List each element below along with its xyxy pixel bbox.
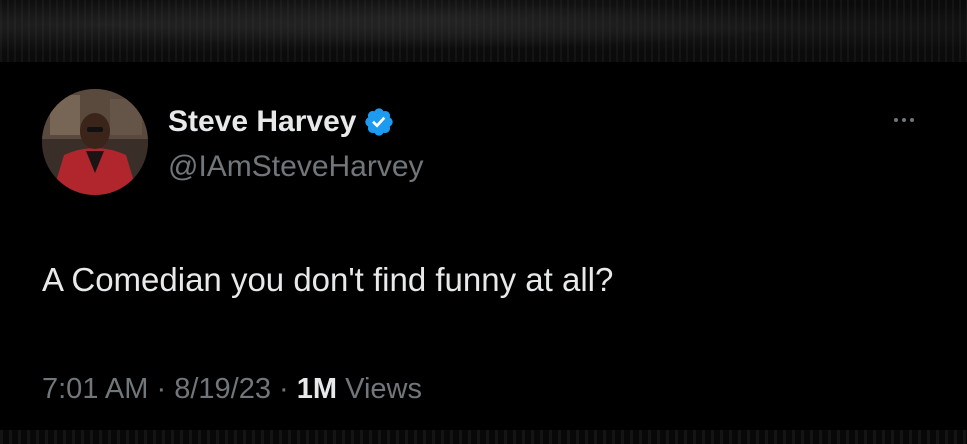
more-options-icon[interactable] [884,110,924,130]
tweet-metadata: 7:01 AM · 8/19/23 · 1M Views [42,373,422,406]
author-display-name[interactable]: Steve Harvey [168,105,356,139]
tweet-text: A Comedian you don't find funny at all? [42,261,614,298]
tweet-time[interactable]: 7:01 AM [42,373,148,405]
more-dot [902,118,906,122]
more-dot [910,118,914,122]
tweet-date[interactable]: 8/19/23 [174,373,271,405]
tweet-card: Steve Harvey @IAmSteveHarvey A Comedian … [0,62,967,430]
author-handle[interactable]: @IAmSteveHarvey [168,150,424,184]
meta-separator: · [156,373,167,405]
views-count[interactable]: 1M [297,373,337,405]
video-frame-top-band [0,0,967,62]
author-avatar[interactable] [42,89,148,195]
display-name-row: Steve Harvey [168,102,395,142]
more-dot [894,118,898,122]
meta-separator: · [279,373,289,405]
views-label: Views [345,373,422,405]
video-frame-bottom-band [0,430,967,444]
avatar-image [42,89,148,195]
verified-badge-icon[interactable] [363,106,395,138]
